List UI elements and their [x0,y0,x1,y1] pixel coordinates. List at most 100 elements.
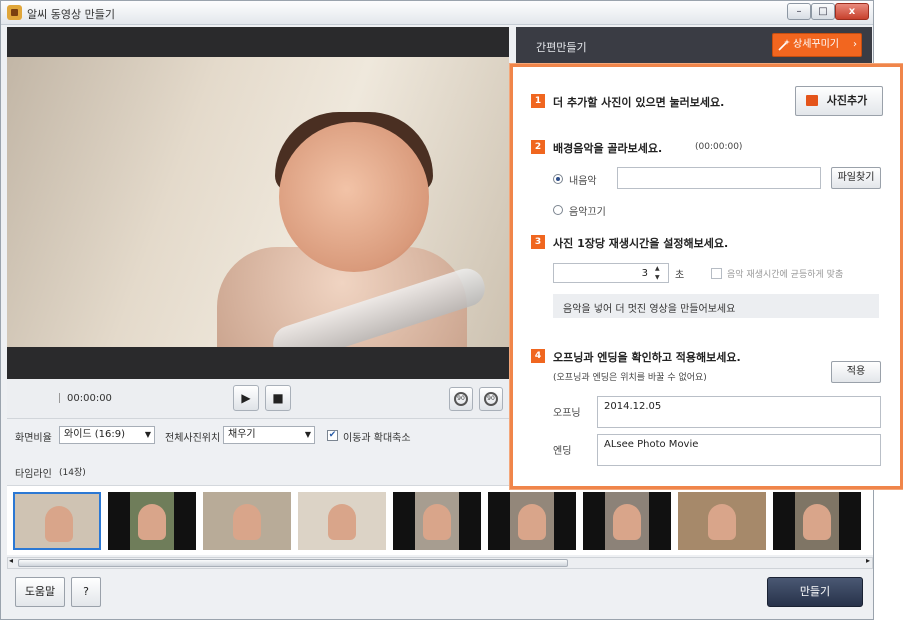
music-off-radio[interactable] [553,205,563,215]
play-button[interactable]: ▶ [233,385,259,411]
thumbnail-subject [708,504,736,540]
step-2-number: 2 [531,140,545,154]
thumbnail-subject [423,504,451,540]
timeline-count: (14장) [59,468,86,478]
step-4-number: 4 [531,349,545,363]
music-duration: (00:00:00) [695,142,743,152]
letterbox-bar [393,492,415,550]
timeline-thumbnail[interactable] [298,492,386,550]
detail-decorate-label: 상세꾸미기 [793,39,839,50]
footer-bar: 도움말 ? 만들기 [7,571,873,617]
video-preview [7,27,509,379]
letterbox-bar [459,492,481,550]
timeline-title: 타임라인 [15,469,52,480]
window-title: 알씨 동영상 만들기 [27,8,115,21]
timeline-thumbnail[interactable] [108,492,196,550]
step-2-text: 배경음악을 골라보세요. [553,142,663,155]
timeline-thumbnail[interactable] [678,492,766,550]
player-controls: 00:00:00 ▶ ■ 90 90 [7,379,509,419]
question-button[interactable]: ? [71,577,101,607]
letterbox-bar [583,492,605,550]
timeline-thumbnail[interactable] [583,492,671,550]
position-select[interactable]: 채우기 ▼ [223,426,315,444]
scroll-right-icon[interactable]: ▸ [866,556,870,565]
rotate-right-icon: 90 [484,392,498,406]
fit-to-music-checkbox[interactable] [711,268,722,279]
thumbnail-subject [803,504,831,540]
add-photo-label: 사진추가 [826,94,868,107]
timeline-thumbnail[interactable] [393,492,481,550]
preview-image [7,57,509,347]
letterbox-bar [488,492,510,550]
magic-wand-icon [778,39,790,51]
playback-time: 00:00:00 [67,393,112,404]
chevron-down-icon: ▼ [304,430,311,439]
timeline-thumbnail[interactable] [773,492,861,550]
time-separator [59,393,60,403]
letterbox-bar [649,492,671,550]
close-button[interactable]: x [835,3,869,20]
find-file-button[interactable]: 파일찾기 [831,167,881,189]
rotate-right-button[interactable]: 90 [479,387,503,411]
rotate-left-icon: 90 [454,392,468,406]
music-tip: 음악을 넣어 더 멋진 영상을 만들어보세요 [553,294,879,318]
ending-label: 엔딩 [553,446,572,457]
play-icon: ▶ [241,391,251,405]
timeline-thumbnail[interactable] [203,492,291,550]
motion-checkbox[interactable]: ✔ [327,430,338,441]
motion-checkbox-label: 이동과 확대축소 [343,433,411,444]
minimize-button[interactable]: – [787,3,811,20]
scrollbar-thumb[interactable] [18,559,568,567]
timeline-thumbnail[interactable] [488,492,576,550]
detail-decorate-button[interactable]: 상세꾸미기 › [772,33,862,57]
fit-to-music-label: 음악 재생시간에 균등하게 맞춤 [727,270,844,280]
app-icon [7,5,22,20]
timeline-scrollbar[interactable]: ◂ ▸ [7,556,873,569]
add-photo-icon [806,95,818,106]
make-movie-button[interactable]: 만들기 [767,577,863,607]
maximize-button[interactable]: □ [811,3,835,20]
position-label: 전체사진위치 [165,433,221,444]
music-file-field[interactable] [617,167,821,189]
thumbnail-subject [613,504,641,540]
step-1-number: 1 [531,94,545,108]
step-3-number: 3 [531,235,545,249]
stepper-down-icon[interactable]: ▼ [655,274,660,281]
step-4-text: 오프닝과 엔딩을 확인하고 적용해보세요. [553,351,741,364]
letterbox-bar [773,492,795,550]
aspect-select[interactable]: 와이드 (16:9) ▼ [59,426,155,444]
timeline-thumbnail[interactable] [13,492,101,550]
timeline-strip [7,485,873,555]
step-4-subtext: (오프닝과 엔딩은 위치를 바꿀 수 없어요) [553,373,707,383]
rotate-left-button[interactable]: 90 [449,387,473,411]
settings-row: 화면비율 와이드 (16:9) ▼ 전체사진위치 채우기 ▼ ✔ 이동과 확대축… [7,425,509,449]
my-music-label: 내음악 [569,176,597,187]
thumbnail-subject [138,504,166,540]
step-1-text: 더 추가할 사진이 있으면 눌러보세요. [553,96,725,109]
right-panel-header: 간편만들기 상세꾸미기 › [516,27,872,63]
duration-unit: 초 [675,270,685,281]
opening-label: 오프닝 [553,408,581,419]
music-off-label: 음악끄기 [569,207,606,218]
stepper-up-icon[interactable]: ▲ [655,265,660,272]
chevron-right-icon: › [853,39,857,50]
letterbox-bar [174,492,196,550]
stop-button[interactable]: ■ [265,385,291,411]
duration-stepper[interactable]: 3 [553,263,669,283]
my-music-radio[interactable] [553,174,563,184]
help-button[interactable]: 도움말 [15,577,65,607]
letterbox-bar [554,492,576,550]
position-value: 채우기 [228,429,256,440]
thumbnail-subject [518,504,546,540]
simple-steps-panel: 1 더 추가할 사진이 있으면 눌러보세요. 사진추가 2 배경음악을 골라보세… [510,64,903,489]
apply-button[interactable]: 적용 [831,361,881,383]
opening-field[interactable]: 2014.12.05 [597,396,881,428]
aspect-value: 와이드 (16:9) [64,429,126,440]
title-bar[interactable]: 알씨 동영상 만들기 – □ x [1,1,873,25]
scroll-left-icon[interactable]: ◂ [9,556,13,565]
ending-field[interactable]: ALsee Photo Movie [597,434,881,466]
add-photo-button[interactable]: 사진추가 [795,86,883,116]
step-3-text: 사진 1장당 재생시간을 설정해보세요. [553,237,729,250]
thumbnail-subject [233,504,261,540]
letterbox-bar [108,492,130,550]
